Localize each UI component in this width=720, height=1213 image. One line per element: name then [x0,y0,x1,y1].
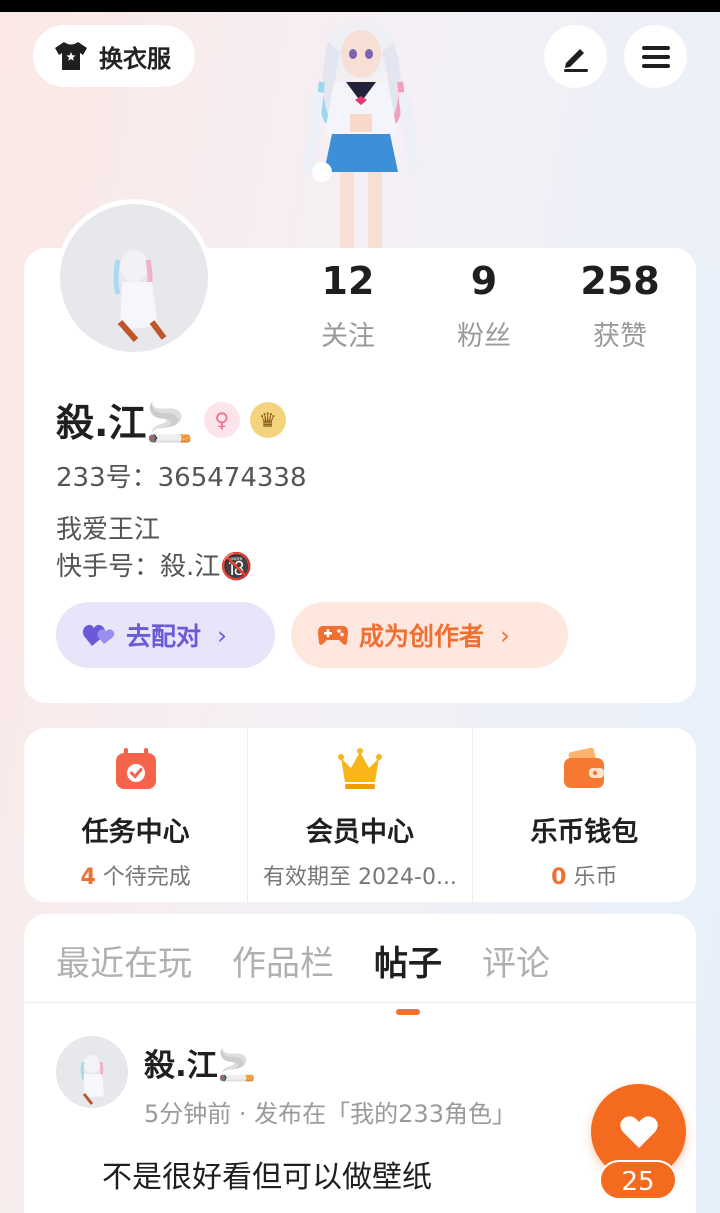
wallet-item[interactable]: 乐币钱包 0 乐币 [471,728,696,902]
likes-stat[interactable]: 258 获赞 [560,258,680,353]
crown-icon [337,748,382,789]
post-author-name[interactable]: 殺.江🚬 [144,1040,256,1085]
following-count: 12 [321,259,375,303]
following-stat[interactable]: 12 关注 [288,258,408,353]
tab-comments[interactable]: 评论 [482,936,550,985]
bio-line-2: 快手号：殺.江🔞 [56,552,253,582]
member-center-title: 会员中心 [305,817,414,848]
task-center-subtitle: 4 个待完成 [80,865,191,890]
match-button[interactable]: 去配对 › [56,602,275,668]
like-count-badge: 25 [599,1160,677,1200]
tab-posts[interactable]: 帖子 [374,936,442,1015]
female-icon: ♀ [203,401,240,438]
followers-count: 9 [470,259,498,303]
gamepad-icon [318,626,348,645]
followers-label: 粉丝 [457,321,511,352]
chevron-right-icon: › [500,620,511,650]
post-author-avatar[interactable] [56,1036,128,1108]
bio: 我爱王江 快手号：殺.江🔞 [56,512,253,586]
hearts-icon [82,624,115,646]
edit-profile-button[interactable] [544,25,607,88]
likes-count: 258 [580,259,660,303]
task-center-item[interactable]: 任务中心 4 个待完成 [24,728,247,902]
shirt-icon [55,42,87,70]
crown-icon[interactable]: ♛ [249,401,286,438]
status-bar [0,0,720,12]
wallet-subtitle: 0 乐币 [551,865,618,890]
name-row: 殺.江🚬 ♀ ♛ [56,392,286,447]
menu-button[interactable] [624,25,687,88]
member-center-subtitle: 有效期至 2024-0... [263,865,457,890]
menu-icon [641,45,670,68]
bio-line-1: 我爱王江 [56,515,161,545]
tab-bar: 最近在玩 作品栏 帖子 评论 [56,936,550,1015]
change-outfit-button[interactable]: 换衣服 [33,25,195,87]
avatar[interactable] [55,199,213,357]
content-card: 最近在玩 作品栏 帖子 评论 殺.江🚬 5分钟前 · 发布在「我的233角色」 … [24,914,696,1213]
divider [24,1002,696,1003]
become-creator-button[interactable]: 成为创作者 › [291,602,568,668]
user-id: 233号：365474338 [56,463,307,493]
pen-icon [563,48,588,72]
tab-recently-played[interactable]: 最近在玩 [56,936,192,985]
post-text[interactable]: 不是很好看但可以做壁纸 [102,1152,432,1196]
wallet-icon [564,747,605,788]
become-creator-label: 成为创作者 [359,622,485,651]
post-meta: 5分钟前 · 发布在「我的233角色」 [144,1100,516,1128]
avatar-character[interactable] [288,12,434,248]
likes-label: 获赞 [593,321,647,352]
following-label: 关注 [321,321,375,352]
username: 殺.江🚬 [56,401,194,445]
task-center-title: 任务中心 [81,817,190,848]
followers-stat[interactable]: 9 粉丝 [424,258,544,353]
feature-card: 任务中心 4 个待完成 会员中心 有效期至 2024-0... 乐币钱包 0 乐… [24,728,696,902]
heart-icon [619,1115,658,1148]
member-center-item[interactable]: 会员中心 有效期至 2024-0... [247,728,471,902]
avatar-image [80,1055,104,1105]
avatar-image [113,250,167,342]
calendar-check-icon [115,748,156,789]
match-label: 去配对 [126,622,202,651]
tab-works[interactable]: 作品栏 [232,936,334,985]
chevron-right-icon: › [217,620,228,650]
change-outfit-label: 换衣服 [99,44,171,73]
wallet-title: 乐币钱包 [530,817,639,848]
